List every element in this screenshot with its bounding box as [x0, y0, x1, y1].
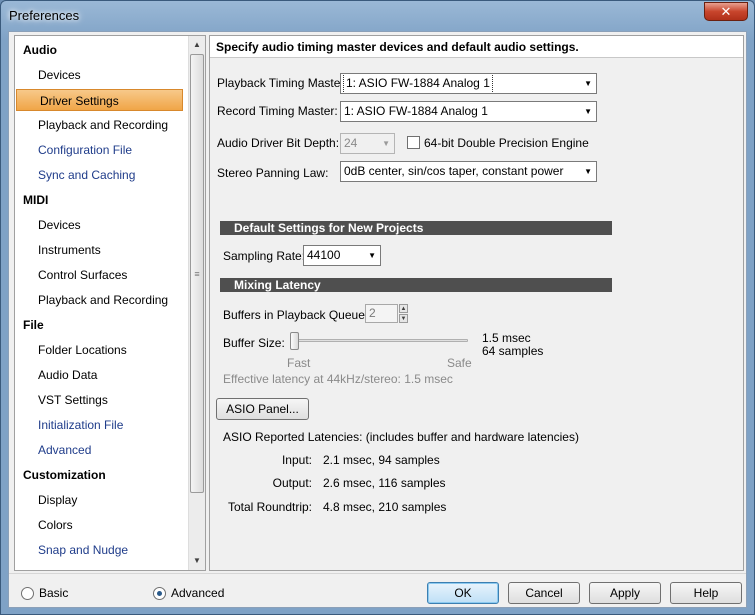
double-precision-label[interactable]: 64-bit Double Precision Engine: [424, 136, 589, 150]
input-latency-value: 2.1 msec, 94 samples: [323, 453, 440, 467]
settings-panel: Specify audio timing master devices and …: [209, 35, 744, 571]
spin-down-icon[interactable]: ▼: [399, 314, 408, 323]
tree-scrollbar[interactable]: ▲ ≡ ▼: [188, 36, 205, 570]
tree-item[interactable]: Devices: [15, 64, 190, 86]
playback-master-label: Playback Timing Master:: [217, 76, 348, 90]
basic-mode-label[interactable]: Basic: [39, 586, 68, 600]
cancel-button[interactable]: Cancel: [508, 582, 580, 604]
tree-group[interactable]: Customization: [15, 464, 190, 486]
advanced-mode-radio[interactable]: [153, 587, 166, 600]
panel-header: Specify audio timing master devices and …: [210, 36, 743, 58]
tree-group[interactable]: File: [15, 314, 190, 336]
buffers-queue-input[interactable]: 2: [365, 304, 398, 323]
basic-mode-radio[interactable]: [21, 587, 34, 600]
panning-law-label: Stereo Panning Law:: [217, 166, 329, 180]
tree-item[interactable]: Devices: [15, 214, 190, 236]
tree-item[interactable]: Configuration File: [15, 139, 190, 161]
output-latency-value: 2.6 msec, 116 samples: [323, 476, 446, 490]
input-latency-label: Input:: [281, 453, 312, 467]
record-master-label: Record Timing Master:: [217, 104, 338, 118]
category-tree: Audio Devices Driver Settings Playback and …: [14, 35, 206, 571]
record-master-value: 1: ASIO FW-1884 Analog 1: [344, 104, 488, 118]
buffer-size-samples: 64 samples: [482, 344, 544, 358]
mixing-latency-header: Mixing Latency: [220, 278, 612, 292]
help-button[interactable]: Help: [670, 582, 742, 604]
buffer-size-slider[interactable]: [290, 332, 299, 350]
chevron-down-icon: ▼: [584, 167, 592, 176]
effective-latency-text: Effective latency at 44kHz/stereo: 1.5 m…: [223, 372, 453, 386]
scroll-up-icon[interactable]: ▲: [189, 36, 205, 53]
dialog-body: Audio Devices Driver Settings Playback and …: [8, 31, 747, 608]
default-settings-header: Default Settings for New Projects: [220, 221, 612, 235]
chevron-down-icon: ▼: [382, 139, 390, 148]
tree-item[interactable]: Control Surfaces: [15, 264, 190, 286]
roundtrip-latency-label: Total Roundtrip:: [227, 500, 312, 514]
bit-depth-dropdown[interactable]: 24 ▼: [340, 133, 395, 154]
tree-item[interactable]: Snap and Nudge: [15, 539, 190, 561]
tree-item[interactable]: Playback and Recording: [15, 289, 190, 311]
panning-law-dropdown[interactable]: 0dB center, sin/cos taper, constant powe…: [340, 161, 597, 182]
tree-group[interactable]: MIDI: [15, 189, 190, 211]
sampling-rate-value: 44100: [307, 248, 341, 262]
tree-item[interactable]: Audio Data: [15, 364, 190, 386]
window-title: Preferences: [9, 8, 80, 23]
chevron-down-icon: ▼: [584, 79, 592, 88]
chevron-down-icon: ▼: [368, 251, 376, 260]
sampling-rate-label: Sampling Rate:: [223, 249, 306, 263]
close-icon: ✕: [720, 3, 732, 19]
tree-item[interactable]: Sync and Caching: [15, 164, 190, 186]
title-bar[interactable]: Preferences ✕: [1, 1, 754, 31]
ok-button[interactable]: OK: [427, 582, 499, 604]
buffers-queue-label: Buffers in Playback Queue:: [223, 308, 369, 322]
reported-latencies-title: ASIO Reported Latencies: (includes buffe…: [223, 430, 579, 444]
footer-divider: [9, 573, 746, 574]
panning-law-value: 0dB center, sin/cos taper, constant powe…: [344, 164, 564, 178]
close-button[interactable]: ✕: [704, 2, 748, 21]
chevron-down-icon: ▼: [584, 107, 592, 116]
record-master-dropdown[interactable]: 1: ASIO FW-1884 Analog 1 ▼: [340, 101, 597, 122]
advanced-mode-label[interactable]: Advanced: [171, 586, 224, 600]
slider-fast-label: Fast: [287, 356, 311, 370]
buffer-size-track[interactable]: [290, 339, 468, 342]
tree-item[interactable]: Advanced: [15, 439, 190, 461]
scroll-down-icon[interactable]: ▼: [189, 552, 205, 569]
roundtrip-latency-value: 4.8 msec, 210 samples: [323, 500, 447, 514]
tree-item[interactable]: Editing: [15, 564, 190, 570]
playback-master-value: 1: ASIO FW-1884 Analog 1: [343, 74, 493, 93]
double-precision-checkbox[interactable]: [407, 136, 420, 149]
bit-depth-value: 24: [344, 136, 358, 150]
tree-item[interactable]: Colors: [15, 514, 190, 536]
buffer-size-label: Buffer Size:: [223, 336, 285, 350]
tree-list: Audio Devices Driver Settings Playback and …: [15, 36, 190, 570]
tree-item[interactable]: Instruments: [15, 239, 190, 261]
tree-group[interactable]: Audio: [15, 39, 190, 61]
playback-master-dropdown[interactable]: 1: ASIO FW-1884 Analog 1 ▼: [340, 73, 597, 94]
tree-item[interactable]: Display: [15, 489, 190, 511]
tree-item[interactable]: Driver Settings: [16, 89, 183, 111]
tree-item[interactable]: VST Settings: [15, 389, 190, 411]
preferences-window: Preferences ✕ Audio Devices Driver Setting…: [0, 0, 755, 615]
sampling-rate-dropdown[interactable]: 44100 ▼: [303, 245, 381, 266]
scroll-thumb[interactable]: ≡: [190, 54, 204, 493]
asio-panel-button[interactable]: ASIO Panel...: [216, 398, 309, 420]
tree-item[interactable]: Initialization File: [15, 414, 190, 436]
buffer-size-msec: 1.5 msec: [482, 331, 531, 345]
bit-depth-label: Audio Driver Bit Depth:: [217, 136, 340, 150]
tree-item[interactable]: Playback and Recording: [15, 114, 190, 136]
spin-up-icon[interactable]: ▲: [399, 304, 408, 313]
grip-icon: ≡: [194, 268, 200, 279]
tree-item[interactable]: Folder Locations: [15, 339, 190, 361]
slider-safe-label: Safe: [447, 356, 472, 370]
output-latency-label: Output:: [272, 476, 312, 490]
apply-button[interactable]: Apply: [589, 582, 661, 604]
